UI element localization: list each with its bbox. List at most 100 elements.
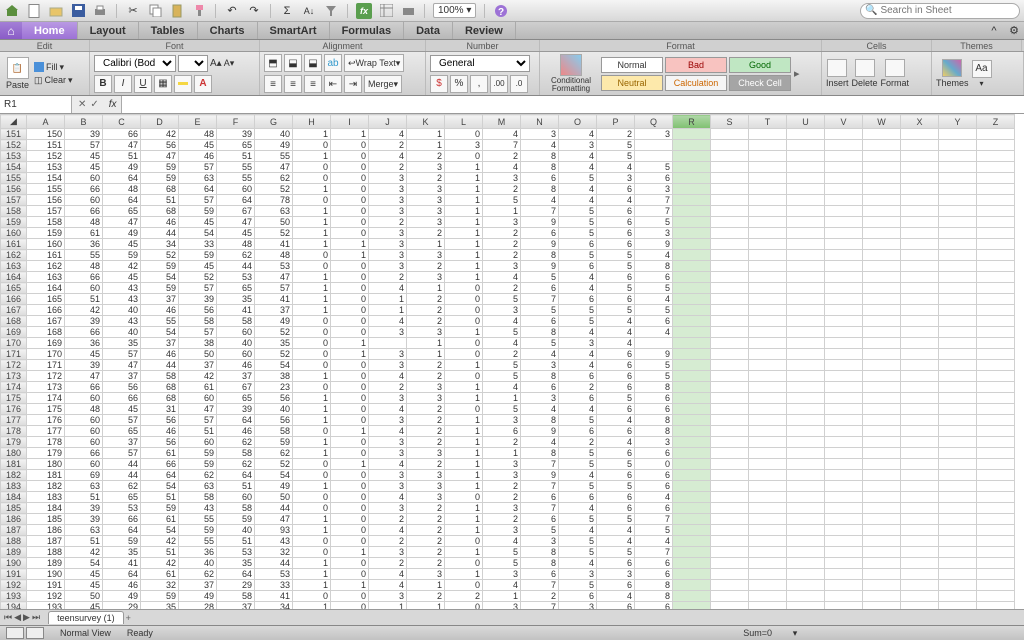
cell[interactable]: 45 [179,140,217,151]
cell[interactable] [749,162,787,173]
cell[interactable]: 0 [293,316,331,327]
cell[interactable]: 48 [65,261,103,272]
cell[interactable] [863,492,901,503]
cell[interactable]: 43 [103,316,141,327]
cell[interactable]: 63 [179,481,217,492]
cell[interactable] [977,129,1015,140]
cell[interactable]: 55 [141,316,179,327]
cell[interactable]: 1 [293,580,331,591]
cell[interactable] [977,470,1015,481]
cell[interactable] [901,338,939,349]
cell[interactable]: 45 [179,261,217,272]
cell[interactable] [749,272,787,283]
cell[interactable] [749,316,787,327]
format-painter-icon[interactable] [191,3,207,19]
cell[interactable]: 3 [369,481,407,492]
cell[interactable]: 40 [103,327,141,338]
cell[interactable]: 4 [597,327,635,338]
cell[interactable] [711,569,749,580]
cell[interactable] [977,272,1015,283]
cell[interactable] [787,459,825,470]
col-header-M[interactable]: M [483,115,521,129]
cell[interactable]: 65 [103,426,141,437]
cell[interactable] [901,448,939,459]
cell[interactable]: 8 [635,261,673,272]
cell[interactable]: 171 [27,360,65,371]
cell[interactable]: 1 [331,459,369,470]
cell[interactable]: 151 [27,140,65,151]
cell[interactable]: 5 [483,195,521,206]
cell[interactable]: 45 [179,217,217,228]
cell[interactable]: 62 [217,459,255,470]
cell[interactable]: 153 [27,162,65,173]
wrap-text-button[interactable]: ↩ Wrap Text ▾ [344,54,404,72]
search-box[interactable]: 🔍 [860,3,1020,19]
cell[interactable]: 2 [483,239,521,250]
cell[interactable]: 40 [103,305,141,316]
cell[interactable]: 5 [521,338,559,349]
cell[interactable]: 159 [27,228,65,239]
cell[interactable] [635,151,673,162]
cell[interactable]: 2 [559,437,597,448]
cell[interactable]: 47 [103,140,141,151]
cell[interactable] [825,151,863,162]
cell[interactable]: 0 [293,338,331,349]
cell[interactable] [673,448,711,459]
cell[interactable] [825,426,863,437]
cell[interactable]: 1 [407,580,445,591]
cell[interactable]: 2 [407,316,445,327]
cell[interactable] [749,129,787,140]
cell[interactable] [711,217,749,228]
cell[interactable] [901,404,939,415]
cell[interactable]: 42 [65,547,103,558]
open-icon[interactable] [48,3,64,19]
cell[interactable]: 47 [255,514,293,525]
cell[interactable] [673,536,711,547]
cell[interactable] [825,514,863,525]
cell[interactable]: 4 [483,129,521,140]
cell[interactable]: 4 [559,195,597,206]
cell[interactable]: 40 [217,525,255,536]
cell[interactable]: 3 [483,459,521,470]
cell[interactable]: 2 [407,536,445,547]
cell[interactable]: 51 [65,492,103,503]
cell[interactable]: 1 [293,393,331,404]
cell[interactable]: 3 [483,415,521,426]
cell[interactable] [939,283,977,294]
cell[interactable]: 50 [65,591,103,602]
cell[interactable] [901,536,939,547]
cell[interactable]: 64 [141,470,179,481]
cell[interactable] [749,195,787,206]
cell[interactable]: 57 [179,415,217,426]
cell[interactable]: 8 [635,426,673,437]
cell[interactable] [787,184,825,195]
cell[interactable]: 1 [483,206,521,217]
cell[interactable]: 44 [103,470,141,481]
indent-inc-icon[interactable]: ⇥ [344,75,362,93]
cell[interactable]: 60 [217,184,255,195]
cell[interactable]: 51 [103,151,141,162]
cell[interactable]: 4 [521,404,559,415]
cell[interactable] [901,129,939,140]
cell[interactable] [787,602,825,610]
cell[interactable]: 45 [65,349,103,360]
cell[interactable]: 1 [445,162,483,173]
col-header-R[interactable]: R [673,115,711,129]
cell[interactable]: 57 [103,448,141,459]
row-header[interactable]: 190 [1,558,27,569]
cell[interactable]: 5 [559,536,597,547]
cell[interactable]: 168 [27,327,65,338]
cell[interactable] [863,569,901,580]
cell[interactable]: 6 [597,228,635,239]
cell[interactable]: 43 [103,283,141,294]
cell[interactable]: 3 [407,327,445,338]
cell[interactable]: 40 [179,558,217,569]
cell[interactable]: 38 [255,371,293,382]
cell[interactable]: 1 [293,239,331,250]
cell[interactable] [939,580,977,591]
row-header[interactable]: 183 [1,481,27,492]
cell[interactable] [825,316,863,327]
cell[interactable] [939,547,977,558]
sort-icon[interactable]: A↓ [301,3,317,19]
cell[interactable] [787,283,825,294]
